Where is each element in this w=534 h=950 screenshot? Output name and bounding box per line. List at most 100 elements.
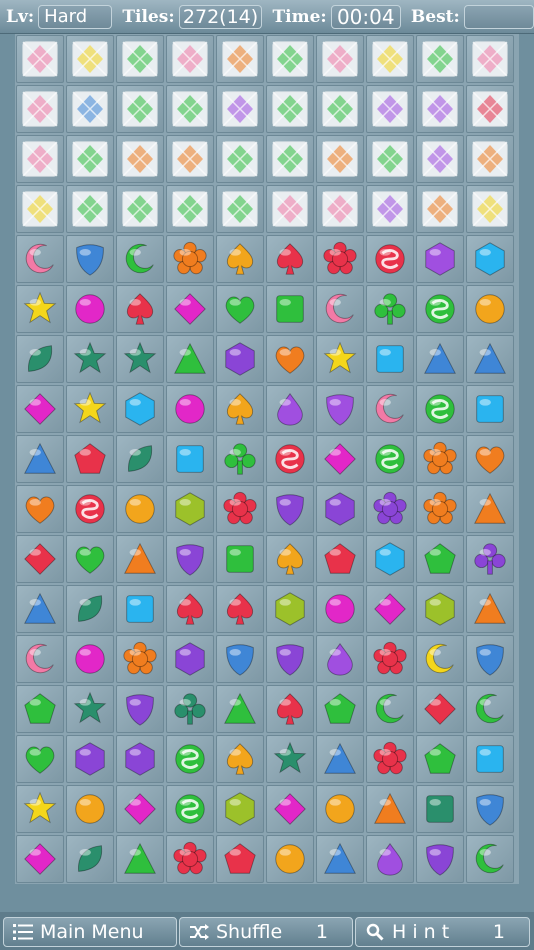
tile-teal-star[interactable] <box>66 685 114 733</box>
tile-blue-triangle[interactable] <box>16 435 64 483</box>
tile-red-spade[interactable] <box>166 585 214 633</box>
tile-cyan-square[interactable] <box>466 385 514 433</box>
tile-pink-moon[interactable] <box>366 385 414 433</box>
tile-pack-red[interactable] <box>466 85 514 133</box>
tile-yellow-star[interactable] <box>316 335 364 383</box>
tile-olive-hexagon[interactable] <box>416 585 464 633</box>
tile-pack-purple[interactable] <box>216 85 264 133</box>
shuffle-button[interactable]: Shuffle 1 <box>179 917 353 947</box>
tile-violet-club[interactable] <box>466 535 514 583</box>
tile-blue-triangle[interactable] <box>316 735 364 783</box>
tile-violet-hexagon[interactable] <box>166 635 214 683</box>
tile-pack-green[interactable] <box>416 35 464 83</box>
tile-yellow-star[interactable] <box>16 285 64 333</box>
tile-green-heart[interactable] <box>216 285 264 333</box>
tile-yellow-moon[interactable] <box>416 635 464 683</box>
tile-green-pentagon[interactable] <box>416 535 464 583</box>
tile-yellow-star[interactable] <box>66 385 114 433</box>
tile-orange-triangle[interactable] <box>366 785 414 833</box>
tile-cyan-square[interactable] <box>166 435 214 483</box>
tile-purple-hexagon[interactable] <box>416 235 464 283</box>
tile-olive-hexagon[interactable] <box>266 585 314 633</box>
tile-green-moon[interactable] <box>466 835 514 883</box>
tile-pink-moon[interactable] <box>316 285 364 333</box>
tile-red-swirl[interactable] <box>66 485 114 533</box>
tile-pack-orange[interactable] <box>166 135 214 183</box>
tile-green-pentagon[interactable] <box>416 735 464 783</box>
tile-teal-leaf[interactable] <box>16 335 64 383</box>
tile-orange-triangle[interactable] <box>116 535 164 583</box>
tile-blue-shield[interactable] <box>466 635 514 683</box>
tile-pack-yellow[interactable] <box>466 185 514 233</box>
tile-green-heart[interactable] <box>16 735 64 783</box>
tile-orange-flower[interactable] <box>416 435 464 483</box>
tile-purple-shield[interactable] <box>316 385 364 433</box>
tile-orange-flower[interactable] <box>116 635 164 683</box>
tile-pink-moon[interactable] <box>16 235 64 283</box>
tile-violet-shield[interactable] <box>266 485 314 533</box>
tile-pack-yellow[interactable] <box>366 35 414 83</box>
tile-pack-green[interactable] <box>116 185 164 233</box>
tile-red-spade[interactable] <box>266 235 314 283</box>
tile-amber-spade[interactable] <box>216 735 264 783</box>
tile-magenta-diamond[interactable] <box>266 785 314 833</box>
tile-pack-green[interactable] <box>166 185 214 233</box>
tile-cyan-hexagon[interactable] <box>116 385 164 433</box>
tile-green-pentagon[interactable] <box>316 685 364 733</box>
tile-green-swirl[interactable] <box>166 785 214 833</box>
tile-pack-purple[interactable] <box>366 85 414 133</box>
tile-amber-spade[interactable] <box>266 535 314 583</box>
tile-teal-star[interactable] <box>266 735 314 783</box>
tile-magenta-diamond[interactable] <box>16 835 64 883</box>
tile-violet-shield[interactable] <box>266 635 314 683</box>
tile-pack-pink[interactable] <box>316 35 364 83</box>
tile-red-flower[interactable] <box>316 235 364 283</box>
tile-olive-hexagon[interactable] <box>216 785 264 833</box>
tile-red-swirl[interactable] <box>266 435 314 483</box>
tile-orange-heart[interactable] <box>466 435 514 483</box>
tile-pack-orange[interactable] <box>466 135 514 183</box>
tile-violet-hexagon[interactable] <box>216 335 264 383</box>
tile-cyan-square[interactable] <box>366 335 414 383</box>
tile-pack-pink[interactable] <box>16 85 64 133</box>
tile-pack-pink[interactable] <box>316 185 364 233</box>
tile-pack-purple[interactable] <box>366 185 414 233</box>
tile-red-flower[interactable] <box>366 635 414 683</box>
tile-pack-green[interactable] <box>216 135 264 183</box>
tile-magenta-diamond[interactable] <box>16 385 64 433</box>
tile-green-club[interactable] <box>216 435 264 483</box>
tile-pack-blue[interactable] <box>66 85 114 133</box>
tile-pack-pink[interactable] <box>16 135 64 183</box>
tile-blue-shield[interactable] <box>216 635 264 683</box>
tile-pack-yellow[interactable] <box>16 185 64 233</box>
tile-green-moon[interactable] <box>366 685 414 733</box>
tile-magenta-circle[interactable] <box>66 285 114 333</box>
tile-orange-flower[interactable] <box>416 485 464 533</box>
tile-cyan-hexagon[interactable] <box>466 235 514 283</box>
tile-teal-square[interactable] <box>416 785 464 833</box>
tile-pack-orange[interactable] <box>316 135 364 183</box>
tile-magenta-circle[interactable] <box>66 635 114 683</box>
tile-teal-leaf[interactable] <box>116 435 164 483</box>
tile-violet-hexagon[interactable] <box>316 485 364 533</box>
tile-green-heart[interactable] <box>66 535 114 583</box>
tile-pack-yellow[interactable] <box>66 35 114 83</box>
tile-red-spade[interactable] <box>116 285 164 333</box>
tile-green-square[interactable] <box>266 285 314 333</box>
tile-orange-heart[interactable] <box>266 335 314 383</box>
tile-pack-orange[interactable] <box>116 135 164 183</box>
tile-pack-green[interactable] <box>216 185 264 233</box>
tile-red-pentagon[interactable] <box>66 435 114 483</box>
tile-pack-green[interactable] <box>316 85 364 133</box>
tile-pack-green[interactable] <box>116 85 164 133</box>
tile-pack-pink[interactable] <box>466 35 514 83</box>
tile-magenta-circle[interactable] <box>166 385 214 433</box>
tile-amber-circle[interactable] <box>116 485 164 533</box>
tile-red-flower[interactable] <box>366 735 414 783</box>
tile-blue-shield[interactable] <box>466 785 514 833</box>
tile-pack-green[interactable] <box>266 135 314 183</box>
tile-pack-green[interactable] <box>116 35 164 83</box>
tile-purple-drop[interactable] <box>316 635 364 683</box>
tile-pack-pink[interactable] <box>266 185 314 233</box>
tile-green-club[interactable] <box>366 285 414 333</box>
